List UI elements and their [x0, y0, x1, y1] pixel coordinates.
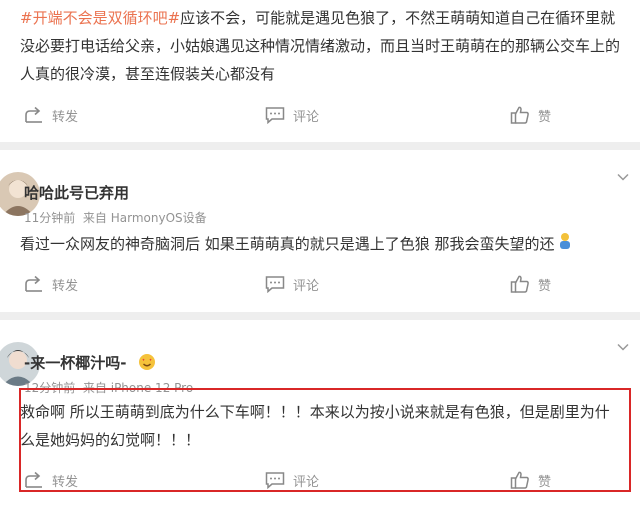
- like-label: 赞: [538, 109, 552, 125]
- thumbs-up-icon: [510, 106, 529, 124]
- comment-icon: [265, 276, 285, 293]
- comment-label: 评论: [293, 278, 320, 294]
- repost-button[interactable]: 转发: [24, 100, 78, 130]
- repost-icon: [25, 106, 42, 123]
- hashtag-link[interactable]: #开端不会是双循环吧#: [20, 9, 180, 27]
- comment-button[interactable]: 评论: [265, 269, 319, 299]
- thumbs-up-icon: [510, 275, 529, 293]
- username[interactable]: -来一杯椰汁吗-: [24, 352, 156, 375]
- like-button[interactable]: 赞: [510, 100, 551, 130]
- username-text: -来一杯椰汁吗-: [24, 354, 127, 372]
- comment-label: 评论: [293, 109, 320, 125]
- post-text: 看过一众网友的神奇脑洞后 如果王萌萌真的就只是遇上了色狼 那我会蛮失望的还: [20, 230, 624, 259]
- chevron-down-icon[interactable]: [616, 170, 630, 184]
- chevron-down-icon[interactable]: [616, 340, 630, 354]
- emoji-face-icon: [138, 353, 156, 375]
- post-body: 看过一众网友的神奇脑洞后 如果王萌萌真的就只是遇上了色狼 那我会蛮失望的还: [20, 235, 555, 253]
- comment-button[interactable]: 评论: [265, 100, 319, 130]
- emoji-person-icon: [557, 231, 573, 259]
- repost-label: 转发: [52, 278, 79, 294]
- comment-icon: [265, 107, 285, 124]
- post-source: 来自 HarmonyOS设备: [82, 211, 207, 225]
- repost-label: 转发: [52, 109, 79, 125]
- highlight-box: [19, 388, 631, 492]
- repost-button[interactable]: 转发: [24, 269, 78, 299]
- repost-icon: [25, 275, 42, 292]
- post-actions: 转发 评论 赞: [0, 100, 640, 130]
- weibo-post-2: 哈哈此号已弃用 11分钟前 来自 HarmonyOS设备 看过一众网友的神奇脑洞…: [0, 150, 640, 312]
- post-actions: 转发 评论 赞: [0, 269, 640, 299]
- post-text: #开端不会是双循环吧#应该不会，可能就是遇见色狼了，不然王萌萌知道自己在循环里就…: [20, 4, 624, 88]
- post-divider: [0, 312, 640, 320]
- like-label: 赞: [538, 278, 552, 294]
- post-time: 11分钟前: [24, 211, 76, 225]
- post-divider: [0, 142, 640, 150]
- username[interactable]: 哈哈此号已弃用: [24, 182, 129, 203]
- post-meta: 11分钟前 来自 HarmonyOS设备: [24, 209, 207, 226]
- weibo-post-1: #开端不会是双循环吧#应该不会，可能就是遇见色狼了，不然王萌萌知道自己在循环里就…: [0, 0, 640, 142]
- like-button[interactable]: 赞: [510, 269, 551, 299]
